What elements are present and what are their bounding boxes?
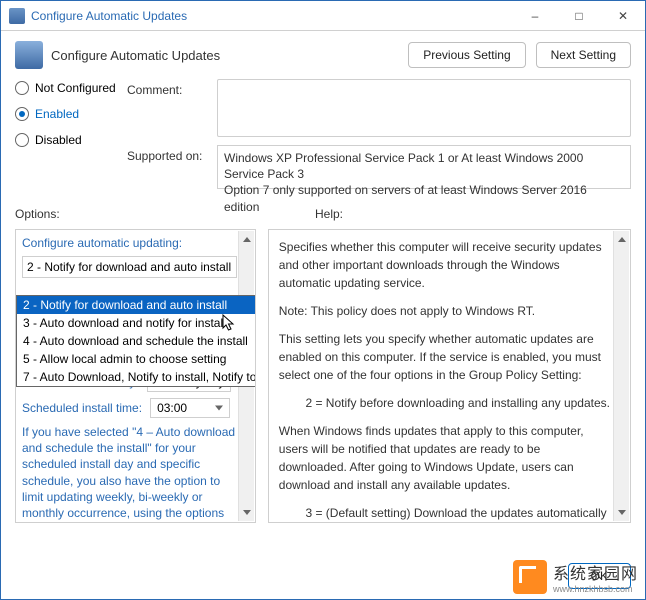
state-radio-group: Not Configured Enabled Disabled	[15, 79, 127, 197]
radio-circle-icon	[15, 107, 29, 121]
policy-icon	[15, 41, 43, 69]
dropdown-item[interactable]: 5 - Allow local admin to choose setting	[17, 350, 255, 368]
dropdown-item[interactable]: 2 - Notify for download and auto install	[17, 296, 255, 314]
supported-label: Supported on:	[127, 145, 217, 189]
maximize-button[interactable]: □	[557, 1, 601, 31]
scheduled-time-row: Scheduled install time: 03:00	[22, 398, 237, 418]
help-paragraph: 3 = (Default setting) Download the updat…	[279, 504, 610, 522]
help-paragraph: Note: This policy does not apply to Wind…	[279, 302, 610, 320]
configure-updating-dropdown-list: 2 - Notify for download and auto install…	[16, 295, 255, 387]
help-paragraph: Specifies whether this computer will rec…	[279, 238, 610, 292]
radio-disabled[interactable]: Disabled	[15, 133, 127, 147]
gpedit-dialog-window: Configure Automatic Updates – □ ✕ Config…	[0, 0, 646, 600]
watermark-house-icon	[513, 560, 547, 594]
configure-updating-dropdown[interactable]: 2 - Notify for download and auto install	[22, 256, 237, 278]
comment-textarea[interactable]	[217, 79, 631, 137]
form-col: Comment: Supported on: Windows XP Profes…	[127, 79, 631, 197]
watermark-url: www.hnzkhbsb.com	[553, 584, 638, 594]
window-controls: – □ ✕	[513, 1, 645, 31]
scheduled-time-dropdown[interactable]: 03:00	[150, 398, 230, 418]
radio-label: Enabled	[35, 107, 79, 121]
dropdown-item[interactable]: 7 - Auto Download, Notify to install, No…	[17, 368, 255, 386]
radio-label: Disabled	[35, 133, 82, 147]
radio-enabled[interactable]: Enabled	[15, 107, 127, 121]
scrollbar[interactable]	[613, 231, 629, 521]
help-paragraph: When Windows finds updates that apply to…	[279, 422, 610, 494]
help-content: Specifies whether this computer will rec…	[269, 230, 630, 522]
supported-line: Supported on: Windows XP Professional Se…	[127, 145, 631, 189]
split-labels: Options: Help:	[1, 203, 645, 223]
options-content: Configure automatic updating: 2 - Notify…	[16, 230, 255, 522]
watermark: 系统家园网 www.hnzkhbsb.com	[513, 560, 638, 594]
watermark-text: 系统家园网	[553, 566, 638, 583]
help-heading: Help:	[315, 207, 631, 221]
previous-setting-button[interactable]: Previous Setting	[408, 42, 525, 68]
next-setting-button[interactable]: Next Setting	[536, 42, 631, 68]
window-title: Configure Automatic Updates	[31, 9, 513, 23]
radio-not-configured[interactable]: Not Configured	[15, 81, 127, 95]
dropdown-item[interactable]: 3 - Auto download and notify for install	[17, 314, 255, 332]
radio-circle-icon	[15, 133, 29, 147]
header-row: Configure Automatic Updates Previous Set…	[1, 31, 645, 75]
app-icon	[9, 8, 25, 24]
mouse-cursor-icon	[222, 314, 236, 332]
help-pane: Specifies whether this computer will rec…	[268, 229, 631, 523]
help-paragraph: This setting lets you specify whether au…	[279, 330, 610, 384]
radio-circle-icon	[15, 81, 29, 95]
schedule-note-text: If you have selected "4 – Auto download …	[22, 424, 237, 522]
watermark-text-block: 系统家园网 www.hnzkhbsb.com	[553, 560, 638, 594]
configure-updating-label: Configure automatic updating:	[22, 236, 237, 250]
supported-text: Windows XP Professional Service Pack 1 o…	[217, 145, 631, 189]
comment-label: Comment:	[127, 79, 217, 137]
minimize-button[interactable]: –	[513, 1, 557, 31]
split-panes: Configure automatic updating: 2 - Notify…	[1, 223, 645, 555]
policy-title: Configure Automatic Updates	[51, 48, 398, 63]
help-paragraph: 2 = Notify before downloading and instal…	[279, 394, 610, 412]
options-heading: Options:	[15, 207, 315, 221]
dropdown-item[interactable]: 4 - Auto download and schedule the insta…	[17, 332, 255, 350]
options-pane: Configure automatic updating: 2 - Notify…	[15, 229, 256, 523]
radio-label: Not Configured	[35, 81, 116, 95]
below-dropdown: Scheduled install day: 0 - Every day Sch…	[22, 372, 237, 522]
titlebar: Configure Automatic Updates – □ ✕	[1, 1, 645, 31]
close-button[interactable]: ✕	[601, 1, 645, 31]
comment-line: Comment:	[127, 79, 631, 137]
scheduled-time-label: Scheduled install time:	[22, 401, 142, 415]
config-grid: Not Configured Enabled Disabled Comment:…	[1, 75, 645, 203]
